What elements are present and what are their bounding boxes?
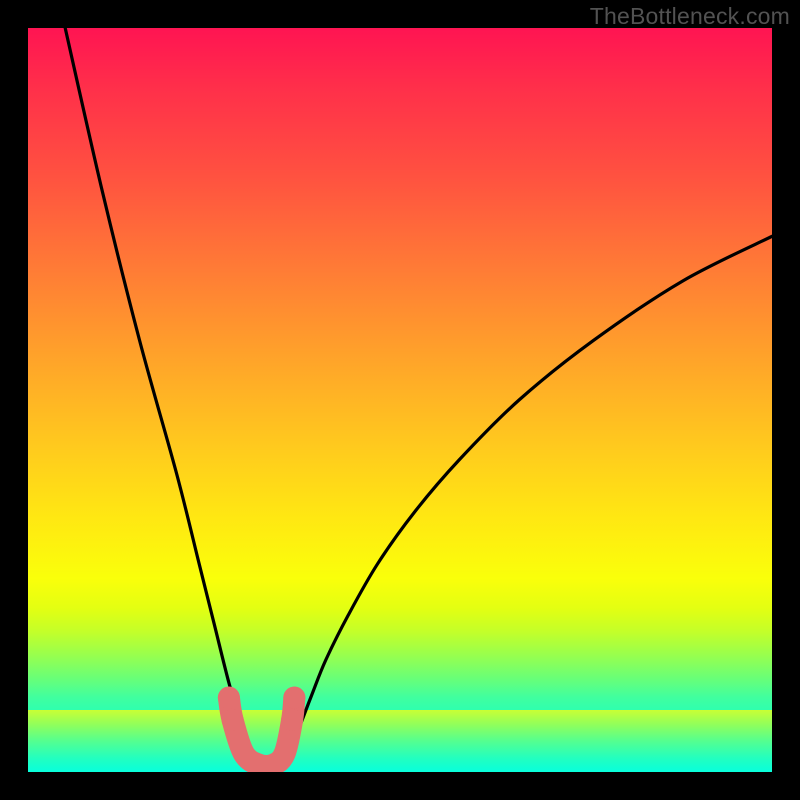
marker-dot [218, 687, 240, 709]
chart-svg [28, 28, 772, 772]
bottleneck-curve [65, 28, 772, 765]
watermark-label: TheBottleneck.com [590, 3, 790, 30]
highlight-markers [218, 687, 305, 766]
marker-dot [222, 709, 244, 731]
marker-worm [229, 698, 294, 766]
outer-frame: TheBottleneck.com [0, 0, 800, 800]
curve-group [65, 28, 772, 765]
marker-dot [281, 709, 303, 731]
plot-area [28, 28, 772, 772]
marker-dot [283, 687, 305, 709]
